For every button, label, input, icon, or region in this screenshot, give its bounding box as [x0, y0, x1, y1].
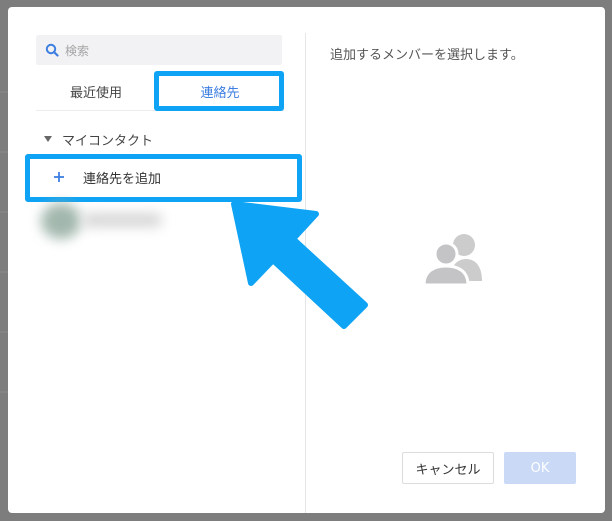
add-member-dialog: 検索 最近使用 連絡先 マイコンタクト 連絡先を追加 追加するメンバーを選択しま… [8, 7, 605, 513]
add-contact-button[interactable]: 連絡先を追加 [29, 157, 299, 197]
blurred-contact-name [82, 213, 162, 227]
plus-icon [52, 170, 66, 184]
instruction-text: 追加するメンバーを選択します。 [330, 48, 524, 63]
cancel-button[interactable]: キャンセル [402, 452, 494, 484]
contact-group-label: マイコンタクト [62, 133, 154, 149]
tab-underline [36, 110, 284, 111]
tab-contacts[interactable]: 連絡先 [156, 71, 284, 111]
caret-down-icon [44, 136, 52, 142]
blurred-contact-avatar[interactable] [41, 203, 81, 239]
add-contact-label: 連絡先を追加 [83, 171, 162, 187]
panel-divider [305, 33, 306, 513]
search-input[interactable]: 検索 [65, 42, 89, 59]
people-placeholder-icon [422, 234, 482, 285]
search-box[interactable]: 検索 [36, 35, 282, 65]
ok-button[interactable]: OK [504, 452, 576, 484]
tab-bar: 最近使用 連絡先 [36, 71, 284, 111]
contact-group-header[interactable]: マイコンタクト [44, 129, 153, 149]
tab-recent[interactable]: 最近使用 [36, 71, 156, 111]
search-icon [45, 43, 59, 57]
